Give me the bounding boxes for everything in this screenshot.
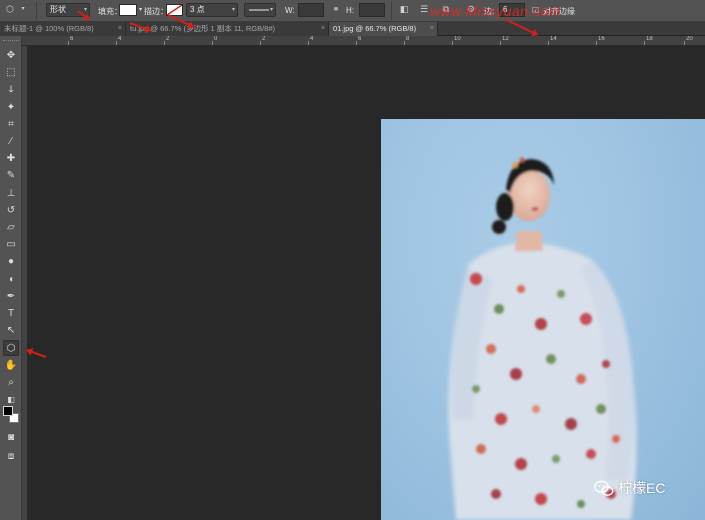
history-brush-tool-icon[interactable]: ↺ xyxy=(3,203,19,219)
ruler-tick xyxy=(116,41,117,45)
ruler-tick xyxy=(308,41,309,45)
ruler-tick xyxy=(452,41,453,45)
ruler-number: 6 xyxy=(358,36,362,42)
ruler-tick xyxy=(596,41,597,45)
close-icon[interactable]: × xyxy=(430,22,434,36)
chevron-down-icon[interactable]: ▾ xyxy=(17,3,29,15)
tab-01-jpg[interactable]: 01.jpg @ 66.7% (RGB/8) × xyxy=(329,22,438,36)
wechat-icon xyxy=(594,480,614,496)
height-field[interactable] xyxy=(359,3,385,17)
chevron-down-icon: ▾ xyxy=(231,7,235,13)
stroke-label: 描边： xyxy=(144,7,168,16)
ruler-number: 2 xyxy=(166,36,170,42)
gradient-tool-icon[interactable]: ▭ xyxy=(3,237,19,253)
stroke-width-select[interactable]: 3 点 ▾ xyxy=(186,3,238,17)
height-label: H: xyxy=(346,6,354,15)
ruler-tick xyxy=(356,41,357,45)
document-tab-bar: 未标题-1 @ 100% (RGB/8) × tu.jpg @ 66.7% (多… xyxy=(0,22,705,36)
tool-mode-value: 形状 xyxy=(50,5,66,14)
ruler-tick xyxy=(68,41,69,45)
tab-label: 01.jpg @ 66.7% (RGB/8) xyxy=(333,24,417,33)
screen-mode-icon[interactable]: ⧈ xyxy=(3,449,19,465)
ruler-number: 0 xyxy=(214,36,218,42)
lasso-tool-icon[interactable]: ↆ xyxy=(3,82,19,98)
type-tool-icon[interactable]: T xyxy=(3,306,19,322)
clone-stamp-tool-icon[interactable]: ⊥ xyxy=(3,186,19,202)
close-icon[interactable]: × xyxy=(321,22,325,36)
link-icon[interactable]: ⚭ xyxy=(330,3,342,15)
crop-tool-icon[interactable]: ⌗ xyxy=(3,117,19,133)
ruler-tick xyxy=(644,41,645,45)
photo-layer[interactable] xyxy=(381,119,705,520)
portrait-image xyxy=(448,157,637,520)
eraser-tool-icon[interactable]: ▱ xyxy=(3,220,19,236)
ruler-tick xyxy=(212,41,213,45)
pen-tool-icon[interactable]: ✒ xyxy=(3,289,19,305)
ruler-number: 2 xyxy=(262,36,266,42)
chevron-down-icon: ▾ xyxy=(269,7,273,13)
divider xyxy=(391,2,392,20)
ruler-number: 6 xyxy=(70,36,74,42)
foreground-color-swatch[interactable] xyxy=(3,406,13,416)
ruler-number: 8 xyxy=(406,36,410,42)
fill-swatch[interactable] xyxy=(119,4,137,16)
quick-mask-icon[interactable]: ◙ xyxy=(3,430,19,446)
polygon-preset-icon[interactable]: ⬡ xyxy=(4,3,16,15)
path-selection-tool-icon[interactable]: ↖ xyxy=(3,323,19,339)
options-bar: ⬡ ▾ 形状 ▾ 填充： ▾ 描边： 3 点 ▾ ▾ W: ⚭ H: ◧ ☰ ⧉… xyxy=(0,0,705,22)
divider xyxy=(36,2,37,20)
ruler-tick xyxy=(164,41,165,45)
stroke-line-icon xyxy=(249,9,269,11)
ruler-number: 12 xyxy=(502,36,509,42)
blur-tool-icon[interactable]: ● xyxy=(3,254,19,270)
wechat-watermark: 柠檬EC xyxy=(594,475,665,501)
ruler-tick xyxy=(260,41,261,45)
move-tool-icon[interactable]: ✥ xyxy=(3,48,19,64)
watermark-text: 柠檬EC xyxy=(618,480,666,496)
zoom-tool-icon[interactable]: ⌕ xyxy=(3,375,19,391)
path-operations-icon[interactable]: ◧ xyxy=(398,3,410,15)
ruler-number: 4 xyxy=(310,36,314,42)
healing-brush-tool-icon[interactable]: ✚ xyxy=(3,151,19,167)
eyedropper-tool-icon[interactable]: ⁄ xyxy=(3,134,19,150)
ruler-number: 20 xyxy=(686,36,693,42)
ruler-horizontal[interactable]: 6 4 2 0 2 4 6 8 10 12 14 16 18 20 xyxy=(22,36,705,46)
chevron-down-icon[interactable]: ▾ xyxy=(139,6,142,13)
tab-untitled-1[interactable]: 未标题-1 @ 100% (RGB/8) × xyxy=(0,22,126,36)
brush-tool-icon[interactable]: ✎ xyxy=(3,168,19,184)
ruler-number: 18 xyxy=(646,36,653,42)
stroke-width-value: 3 点 xyxy=(190,5,205,14)
close-icon[interactable]: × xyxy=(118,22,122,36)
ruler-number: 16 xyxy=(598,36,605,42)
panel-grip[interactable] xyxy=(3,40,19,43)
ruler-number: 10 xyxy=(454,36,461,42)
dodge-tool-icon[interactable]: ◖ xyxy=(3,272,19,288)
ruler-number: 4 xyxy=(118,36,122,42)
width-field[interactable] xyxy=(298,3,324,17)
hand-tool-icon[interactable]: ✋ xyxy=(3,358,19,374)
polygon-tool-icon[interactable]: ⬡ xyxy=(3,340,19,357)
ruler-tick xyxy=(500,41,501,45)
width-label: W: xyxy=(285,6,295,15)
stroke-type-select[interactable]: ▾ xyxy=(244,3,276,17)
tab-tu-jpg[interactable]: tu.jpg @ 66.7% (多边形 1 副本 11, RGB/8#) × xyxy=(126,22,329,36)
tools-panel: ✥ ⬚ ↆ ✦ ⌗ ⁄ ✚ ✎ ⊥ ↺ ▱ ▭ ● ◖ ✒ T ↖ ⬡ ✋ ⌕ ◧ ◙ ⧈ xyxy=(0,36,22,520)
ruler-number: 14 xyxy=(550,36,557,42)
ruler-tick xyxy=(684,41,685,45)
ruler-tick xyxy=(404,41,405,45)
marquee-tool-icon[interactable]: ⬚ xyxy=(3,65,19,81)
path-alignment-icon[interactable]: ☰ xyxy=(418,3,430,15)
watermark-url: www.Missyuan.com xyxy=(430,3,561,19)
ruler-tick xyxy=(548,41,549,45)
tab-label: 未标题-1 @ 100% (RGB/8) xyxy=(4,24,94,33)
magic-wand-tool-icon[interactable]: ✦ xyxy=(3,100,19,116)
